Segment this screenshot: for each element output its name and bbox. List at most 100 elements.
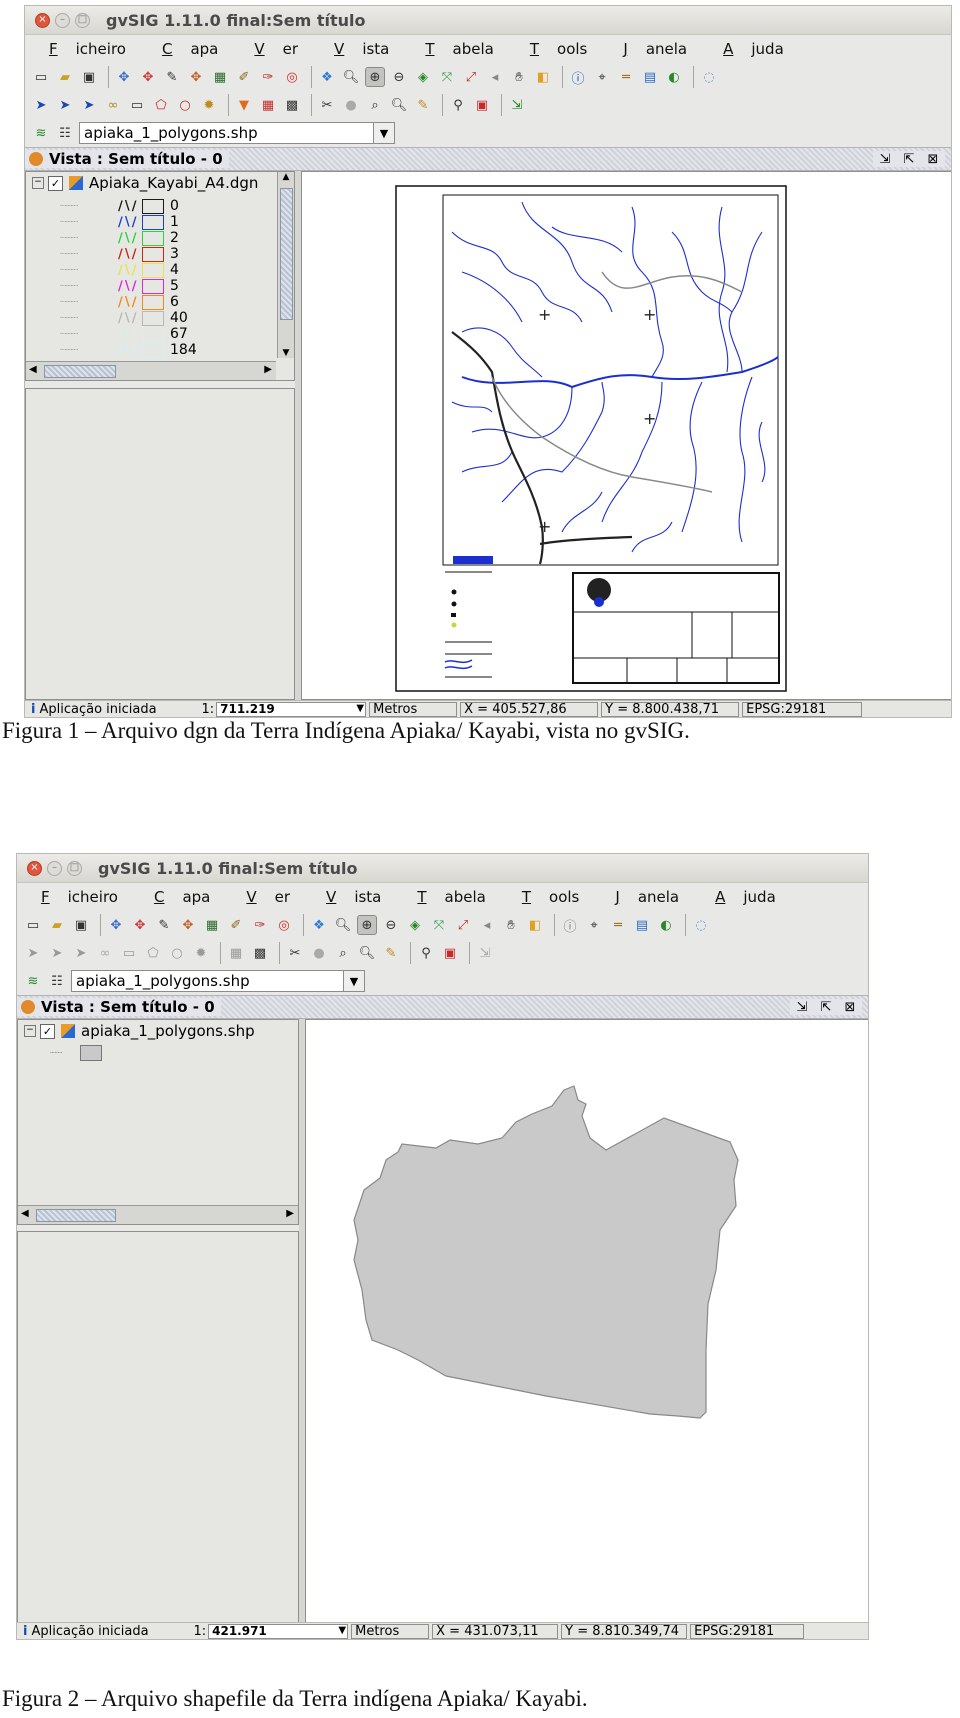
scroll-right-icon[interactable]: ▶: [286, 1208, 294, 1219]
paint-icon[interactable]: ✑: [250, 915, 270, 935]
toc-layer-row[interactable]: − ✓ apiaka_1_polygons.shp: [18, 1020, 298, 1042]
image-icon[interactable]: ▦: [202, 915, 222, 935]
select-link-icon[interactable]: ∞: [103, 95, 123, 115]
poly-select-icon[interactable]: ⬠: [143, 943, 163, 963]
coordinates-icon[interactable]: ⌖: [584, 915, 604, 935]
hscroll-thumb[interactable]: [36, 1209, 116, 1222]
hand-icon[interactable]: ✋︎: [509, 67, 529, 87]
globe-icon[interactable]: ◐: [664, 67, 684, 87]
remove-layer-icon[interactable]: ✥: [130, 915, 150, 935]
collapse-icon[interactable]: −: [32, 177, 44, 189]
chat-icon[interactable]: ◌: [691, 915, 711, 935]
grid-icon[interactable]: ▩: [282, 95, 302, 115]
select-link-icon[interactable]: ∞: [95, 943, 115, 963]
restore-view-icon[interactable]: ⇲: [877, 151, 893, 167]
zoom-select-icon[interactable]: 🔍︎: [333, 915, 353, 935]
layers-icon[interactable]: ◈: [405, 915, 425, 935]
measure-icon[interactable]: ═: [616, 67, 636, 87]
close-window-icon[interactable]: ×: [27, 860, 42, 876]
toc-hscrollbar[interactable]: ◀ ▶: [18, 1205, 298, 1224]
menu-vista[interactable]: Vista: [322, 40, 395, 58]
layer-select-combo[interactable]: apiaka_1_polygons.shp ▼: [71, 970, 365, 992]
scale-input[interactable]: 421.971 ▼: [208, 1623, 349, 1639]
zoom-select-icon[interactable]: 🔍︎: [341, 67, 361, 87]
menu-ajuda[interactable]: Ajuda: [711, 40, 790, 58]
circle-select-icon[interactable]: ○: [167, 943, 187, 963]
layer-props-icon[interactable]: ✥: [186, 67, 206, 87]
find-icon[interactable]: 🔍︎: [357, 943, 377, 963]
save-icon[interactable]: ▣: [79, 67, 99, 87]
toc-layer-row[interactable]: − ✓ Apiaka_Kayabi_A4.dgn: [26, 172, 294, 194]
hide-icon[interactable]: ●: [309, 943, 329, 963]
menu-ajuda[interactable]: Ajuda: [703, 888, 782, 906]
close-view-icon[interactable]: ⊠: [842, 999, 858, 1015]
chevron-down-icon[interactable]: ▼: [373, 123, 394, 143]
menu-ficheiro[interactable]: Ficheiro: [37, 40, 132, 58]
catalog-icon[interactable]: ❖: [309, 915, 329, 935]
export-icon[interactable]: ⇲: [507, 95, 527, 115]
chat-icon[interactable]: ◌: [699, 67, 719, 87]
select-polygon-icon[interactable]: ➤: [79, 95, 99, 115]
menu-tools[interactable]: Tools: [510, 888, 586, 906]
locator-icon[interactable]: ◧: [533, 67, 553, 87]
new-file-icon[interactable]: ▭: [23, 915, 43, 935]
table-icon[interactable]: ▦: [258, 95, 278, 115]
full-extent-icon[interactable]: ⤧: [437, 67, 457, 87]
tools-icon[interactable]: ✂: [317, 95, 337, 115]
area-icon[interactable]: ▤: [640, 67, 660, 87]
paint-icon[interactable]: ✑: [258, 67, 278, 87]
toc-vscrollbar[interactable]: ▲ ▼: [277, 172, 294, 358]
info-icon[interactable]: ⓘ: [560, 915, 580, 935]
menu-tools[interactable]: Tools: [518, 40, 594, 58]
layer-select-combo[interactable]: apiaka_1_polygons.shp ▼: [79, 122, 395, 144]
target-icon[interactable]: ◎: [282, 67, 302, 87]
export-icon[interactable]: ⇲: [475, 943, 495, 963]
scale-input[interactable]: 711.219 ▼: [216, 701, 367, 717]
map-canvas[interactable]: [305, 1019, 868, 1623]
close-window-icon[interactable]: ×: [35, 12, 50, 28]
edit-icon[interactable]: ✎: [162, 67, 182, 87]
menu-janela[interactable]: Janela: [603, 888, 685, 906]
scroll-right-icon[interactable]: ▶: [264, 364, 272, 375]
layout-icon[interactable]: ▣: [472, 95, 492, 115]
select-polygon-icon[interactable]: ➤: [71, 943, 91, 963]
scroll-up-icon[interactable]: ▲: [278, 172, 294, 182]
menu-ver[interactable]: Ver: [234, 888, 296, 906]
select-point-icon[interactable]: ➤: [55, 95, 75, 115]
menu-tabela[interactable]: Tabela: [405, 888, 491, 906]
minimize-window-icon[interactable]: –: [55, 12, 70, 28]
zoom-extent-icon[interactable]: ⤢: [453, 915, 473, 935]
restore-view-icon[interactable]: ⇲: [794, 999, 810, 1015]
pencil-icon[interactable]: ✐: [234, 67, 254, 87]
edit-icon[interactable]: ✎: [154, 915, 174, 935]
zoom-in-icon[interactable]: ⊕: [365, 67, 385, 87]
edit-table-icon[interactable]: ✎: [413, 95, 433, 115]
area-icon[interactable]: ▤: [632, 915, 652, 935]
chevron-down-icon[interactable]: ▼: [338, 1625, 346, 1636]
pan-back-icon[interactable]: ◂: [485, 67, 505, 87]
table-icon[interactable]: ▦: [226, 943, 246, 963]
hscroll-thumb[interactable]: [44, 365, 116, 378]
scroll-down-icon[interactable]: ▼: [278, 348, 294, 358]
close-view-icon[interactable]: ⊠: [925, 151, 941, 167]
hide-icon[interactable]: ●: [341, 95, 361, 115]
menu-vista[interactable]: Vista: [314, 888, 387, 906]
menu-ficheiro[interactable]: Ficheiro: [29, 888, 124, 906]
menu-janela[interactable]: Janela: [611, 40, 693, 58]
remove-layer-icon[interactable]: ✥: [138, 67, 158, 87]
pencil-icon[interactable]: ✐: [226, 915, 246, 935]
circle-select-icon[interactable]: ○: [175, 95, 195, 115]
select-icon[interactable]: ➤: [23, 943, 43, 963]
zoom-extent-icon[interactable]: ⤢: [461, 67, 481, 87]
minimize-window-icon[interactable]: –: [47, 860, 62, 876]
locator-icon[interactable]: ◧: [525, 915, 545, 935]
maximize-window-icon[interactable]: □: [67, 860, 82, 876]
scroll-left-icon[interactable]: ◀: [29, 364, 37, 375]
menu-capa[interactable]: Capa: [150, 40, 224, 58]
layer-checkbox[interactable]: ✓: [40, 1023, 55, 1039]
open-file-icon[interactable]: ▰: [47, 915, 67, 935]
catalog-icon[interactable]: ❖: [317, 67, 337, 87]
layer-checkbox[interactable]: ✓: [48, 175, 63, 191]
collapse-icon[interactable]: −: [24, 1025, 36, 1037]
maximize-window-icon[interactable]: □: [75, 12, 90, 28]
